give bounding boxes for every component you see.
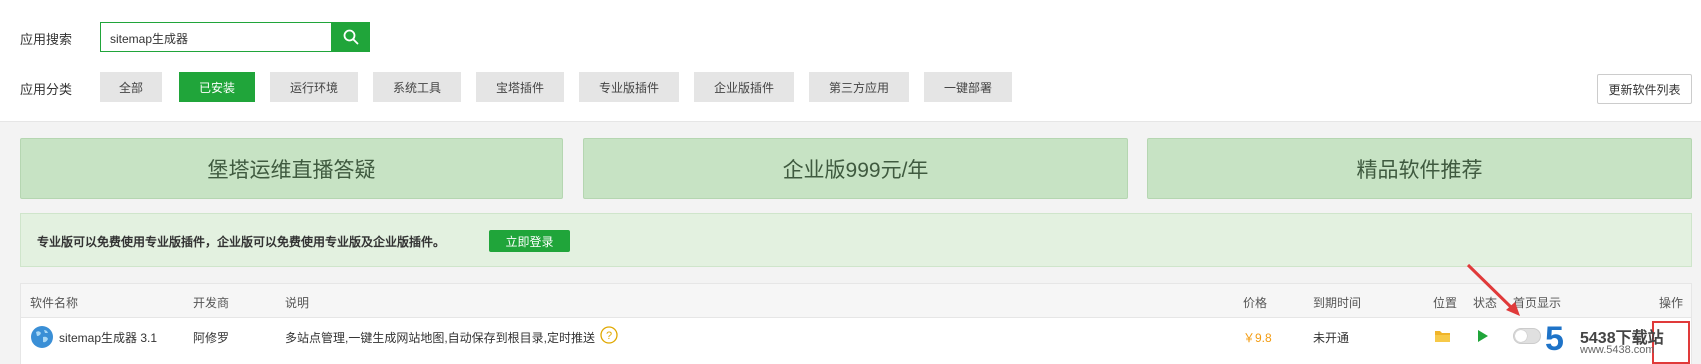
software-developer: 阿修罗 [193,331,230,345]
software-name: sitemap生成器 3.1 [59,331,158,345]
search-button[interactable] [331,22,370,52]
category-all[interactable]: 全部 [100,72,162,102]
banner-enterprise[interactable]: 企业版999元/年 [583,138,1128,199]
header-location: 位置 [1433,296,1458,310]
login-button[interactable]: 立即登录 [489,230,570,252]
notice-text: 专业版可以免费使用专业版插件，企业版可以免费使用专业版及企业版插件。 [37,235,446,249]
category-bt-plugins[interactable]: 宝塔插件 [476,72,564,102]
category-third-party[interactable]: 第三方应用 [809,72,909,102]
search-input[interactable]: sitemap生成器 [100,22,332,52]
help-icon[interactable]: ? [600,326,618,344]
category-one-click-deploy[interactable]: 一键部署 [924,72,1012,102]
home-display-toggle[interactable] [1513,328,1541,344]
software-description: 多站点管理,一键生成网站地图,自动保存到根目录,定时推送 [285,331,596,345]
search-icon [343,29,358,45]
header-description: 说明 [285,296,310,310]
category-system-tools[interactable]: 系统工具 [373,72,461,102]
software-price: ￥9.8 [1243,331,1272,345]
play-icon[interactable] [1477,329,1489,343]
header-developer: 开发商 [193,296,230,310]
software-table: 软件名称 开发商 说明 价格 到期时间 位置 状态 首页显示 操作 sitema… [20,283,1692,364]
refresh-software-list-button[interactable]: 更新软件列表 [1597,74,1692,104]
table-header: 软件名称 开发商 说明 价格 到期时间 位置 状态 首页显示 操作 [21,284,1691,318]
svg-text:?: ? [606,330,612,342]
category-installed[interactable]: 已安装 [179,72,255,102]
header-expiry: 到期时间 [1313,296,1362,310]
category-label: 应用分类 [20,82,73,97]
search-label: 应用搜索 [20,32,73,47]
watermark-logo: 5 [1545,320,1564,358]
banner-live-qa[interactable]: 堡塔运维直播答疑 [20,138,563,199]
software-expiry: 未开通 [1313,331,1350,345]
upgrade-notice: 专业版可以免费使用专业版插件，企业版可以免费使用专业版及企业版插件。 立即登录 [20,213,1692,267]
toggle-knob [1515,330,1527,342]
annotation-arrow-icon [1466,263,1520,316]
banner-recommended[interactable]: 精品软件推荐 [1147,138,1692,199]
folder-icon[interactable] [1434,329,1451,343]
category-enterprise-plugins[interactable]: 企业版插件 [694,72,794,102]
header-name: 软件名称 [30,296,79,310]
category-pro-plugins[interactable]: 专业版插件 [579,72,679,102]
header-price: 价格 [1243,296,1268,310]
globe-icon [31,326,53,348]
category-runtime[interactable]: 运行环境 [270,72,358,102]
filter-panel: 应用搜索 sitemap生成器 应用分类 全部 已安装 运行环境 系统工具 宝塔… [0,0,1701,122]
header-actions: 操作 [1659,296,1684,310]
watermark-url: www.5438.com [1580,344,1655,356]
